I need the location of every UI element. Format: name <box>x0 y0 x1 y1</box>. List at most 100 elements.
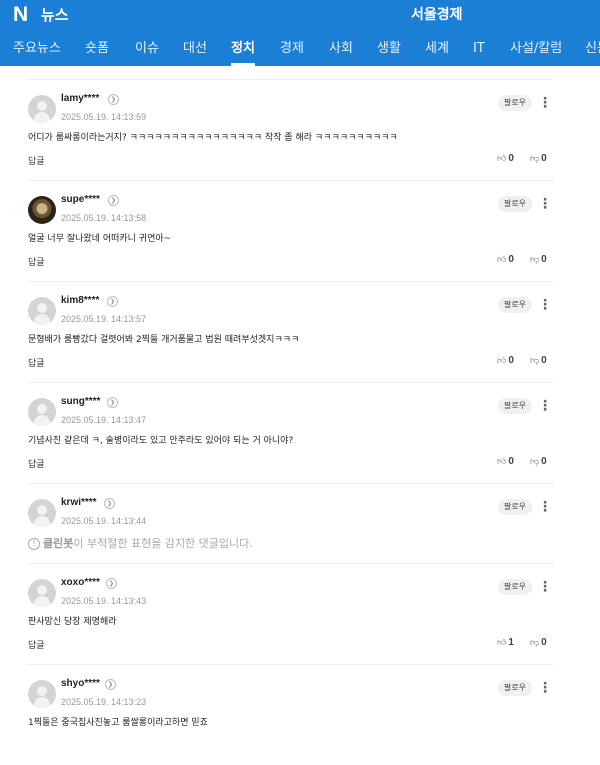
like-count: 0 <box>508 355 514 366</box>
comment-text: 어디가 룸싸롱이라는거지? ㅋㅋㅋㅋㅋㅋㅋㅋㅋㅋㅋㅋㅋㅋㅋㅋ 작작 좀 해라 ㅋ… <box>28 133 398 143</box>
like-button[interactable]: 👍︎ 0 <box>497 254 514 265</box>
like-button[interactable]: 👍︎ 0 <box>497 355 514 366</box>
reply-button[interactable]: 답글 <box>28 154 45 167</box>
thumbs-down-icon: 👎︎ <box>530 356 540 366</box>
comment-username[interactable]: lamy**** <box>61 93 99 104</box>
comment-timestamp: 2025.05.19. 14:13:47 <box>61 415 147 425</box>
dislike-button[interactable]: 👎︎ 0 <box>530 254 547 265</box>
like-button[interactable]: 👍︎ 0 <box>497 456 514 467</box>
follow-button[interactable]: 팔로우 <box>498 499 532 515</box>
more-vertical-icon[interactable]: ⋮ <box>538 196 552 212</box>
comment-username[interactable]: sung**** <box>61 396 100 407</box>
tab-main-news[interactable]: 주요뉴스 <box>13 32 61 66</box>
follow-button[interactable]: 팔로우 <box>498 95 532 111</box>
thumbs-up-icon: 👍︎ <box>497 638 507 648</box>
comment-item: xoxo**** ❯ 2025.05.19. 14:13:43 팔로우 ⋮ 판사… <box>27 564 554 665</box>
chevron-right-icon[interactable]: ❯ <box>104 498 115 509</box>
chevron-right-icon[interactable]: ❯ <box>105 679 116 690</box>
chevron-right-icon[interactable]: ❯ <box>106 578 117 589</box>
tab-economy[interactable]: 경제 <box>280 32 304 66</box>
comment-timestamp: 2025.05.19. 14:13:43 <box>61 596 147 606</box>
avatar[interactable] <box>28 499 56 527</box>
like-button[interactable]: 👍︎ 1 <box>497 637 514 648</box>
thumbs-down-icon: 👎︎ <box>530 638 540 648</box>
tab-life[interactable]: 생활 <box>377 32 401 66</box>
avatar[interactable] <box>28 398 56 426</box>
like-button[interactable]: 👍︎ 0 <box>497 153 514 164</box>
reply-button[interactable]: 답글 <box>28 255 45 268</box>
chevron-right-icon[interactable]: ❯ <box>107 397 118 408</box>
comment-username[interactable]: krwi**** <box>61 497 97 508</box>
thumbs-down-icon: 👎︎ <box>530 457 540 467</box>
comment-item: lamy**** ❯ 2025.05.19. 14:13:59 팔로우 ⋮ 어디… <box>27 80 554 181</box>
more-vertical-icon[interactable]: ⋮ <box>538 398 552 414</box>
comment-item: sung**** ❯ 2025.05.19. 14:13:47 팔로우 ⋮ 기념… <box>27 383 554 484</box>
tab-election[interactable]: 대선 <box>183 32 207 66</box>
comment-text: 문형배가 룸빵갔다 걸렷어봐 2찍들 개거품물고 법원 때려부섯겟지ㅋㅋㅋ <box>28 335 300 345</box>
more-vertical-icon[interactable]: ⋮ <box>538 297 552 313</box>
more-vertical-icon[interactable]: ⋮ <box>538 680 552 696</box>
comment-item: shyo**** ❯ 2025.05.19. 14:13:23 팔로우 ⋮ 1찍… <box>27 665 554 765</box>
dislike-button[interactable]: 👎︎ 0 <box>530 456 547 467</box>
tab-shortform[interactable]: 숏폼 <box>85 32 109 66</box>
avatar[interactable] <box>28 95 56 123</box>
cleanbot-name[interactable]: 클린봇 <box>43 537 73 550</box>
comment-username[interactable]: supe**** <box>61 194 100 205</box>
reply-button[interactable]: 답글 <box>28 638 45 651</box>
comment-item-hidden: krwi**** ❯ 2025.05.19. 14:13:44 팔로우 ⋮ ! 클… <box>27 484 554 564</box>
comment-username[interactable]: kim8**** <box>61 295 99 306</box>
comment-timestamp: 2025.05.19. 14:13:57 <box>61 314 147 324</box>
dislike-button[interactable]: 👎︎ 0 <box>530 153 547 164</box>
thumbs-up-icon: 👍︎ <box>497 154 507 164</box>
top-header: N 뉴스 서울경제 <box>0 0 600 32</box>
comment-username[interactable]: shyo**** <box>61 678 100 689</box>
avatar[interactable] <box>28 297 56 325</box>
chevron-right-icon[interactable]: ❯ <box>108 94 119 105</box>
more-vertical-icon[interactable]: ⋮ <box>538 499 552 515</box>
follow-button[interactable]: 팔로우 <box>498 579 532 595</box>
tab-issue[interactable]: 이슈 <box>135 32 159 66</box>
follow-button[interactable]: 팔로우 <box>498 196 532 212</box>
info-icon: ! <box>28 538 40 550</box>
thumbs-up-icon: 👍︎ <box>497 255 507 265</box>
dislike-count: 0 <box>541 254 547 265</box>
comment-username[interactable]: xoxo**** <box>61 577 100 588</box>
reply-button[interactable]: 답글 <box>28 356 45 369</box>
avatar[interactable] <box>28 680 56 708</box>
dislike-count: 0 <box>541 456 547 467</box>
avatar[interactable] <box>28 196 56 224</box>
more-vertical-icon[interactable]: ⋮ <box>538 579 552 595</box>
naver-logo[interactable]: N <box>13 4 28 26</box>
reply-button[interactable]: 답글 <box>28 457 45 470</box>
comment-text: 1찍들은 중국집사진놓고 룸쌀롱이라고하면 믿죠 <box>28 718 208 728</box>
tab-newspaper[interactable]: 신문보기 <box>585 32 600 66</box>
comment-list: lamy**** ❯ 2025.05.19. 14:13:59 팔로우 ⋮ 어디… <box>27 79 554 765</box>
tab-it[interactable]: IT <box>473 32 485 66</box>
dislike-button[interactable]: 👎︎ 0 <box>530 637 547 648</box>
tab-world[interactable]: 세계 <box>425 32 449 66</box>
tab-editorial[interactable]: 사설/칼럼 <box>510 32 562 66</box>
tab-politics[interactable]: 정치 <box>231 32 255 66</box>
comment-item: supe**** ❯ 2025.05.19. 14:13:58 팔로우 ⋮ 얼굴… <box>27 181 554 282</box>
more-vertical-icon[interactable]: ⋮ <box>538 95 552 111</box>
comment-timestamp: 2025.05.19. 14:13:59 <box>61 112 147 122</box>
follow-button[interactable]: 팔로우 <box>498 398 532 414</box>
chevron-right-icon[interactable]: ❯ <box>107 296 118 307</box>
category-nav: 주요뉴스 숏폼 이슈 대선 정치 경제 사회 생활 세계 IT 사설/칼럼 신문… <box>0 32 600 66</box>
comment-text: 판사망신 당장 제명해라 <box>28 617 117 627</box>
thumbs-down-icon: 👎︎ <box>530 255 540 265</box>
news-service-link[interactable]: 뉴스 <box>41 6 69 24</box>
like-count: 0 <box>508 153 514 164</box>
follow-button[interactable]: 팔로우 <box>498 297 532 313</box>
follow-button[interactable]: 팔로우 <box>498 680 532 696</box>
comment-timestamp: 2025.05.19. 14:13:44 <box>61 516 147 526</box>
press-name-link[interactable]: 서울경제 <box>411 6 463 24</box>
comment-timestamp: 2025.05.19. 14:13:58 <box>61 213 147 223</box>
like-count: 1 <box>508 637 514 648</box>
thumbs-up-icon: 👍︎ <box>497 457 507 467</box>
dislike-button[interactable]: 👎︎ 0 <box>530 355 547 366</box>
tab-society[interactable]: 사회 <box>329 32 353 66</box>
avatar[interactable] <box>28 579 56 607</box>
chevron-right-icon[interactable]: ❯ <box>108 195 119 206</box>
cleanbot-notice: ! 클린봇이 부적절한 표현을 감지한 댓글입니다. <box>28 535 253 551</box>
